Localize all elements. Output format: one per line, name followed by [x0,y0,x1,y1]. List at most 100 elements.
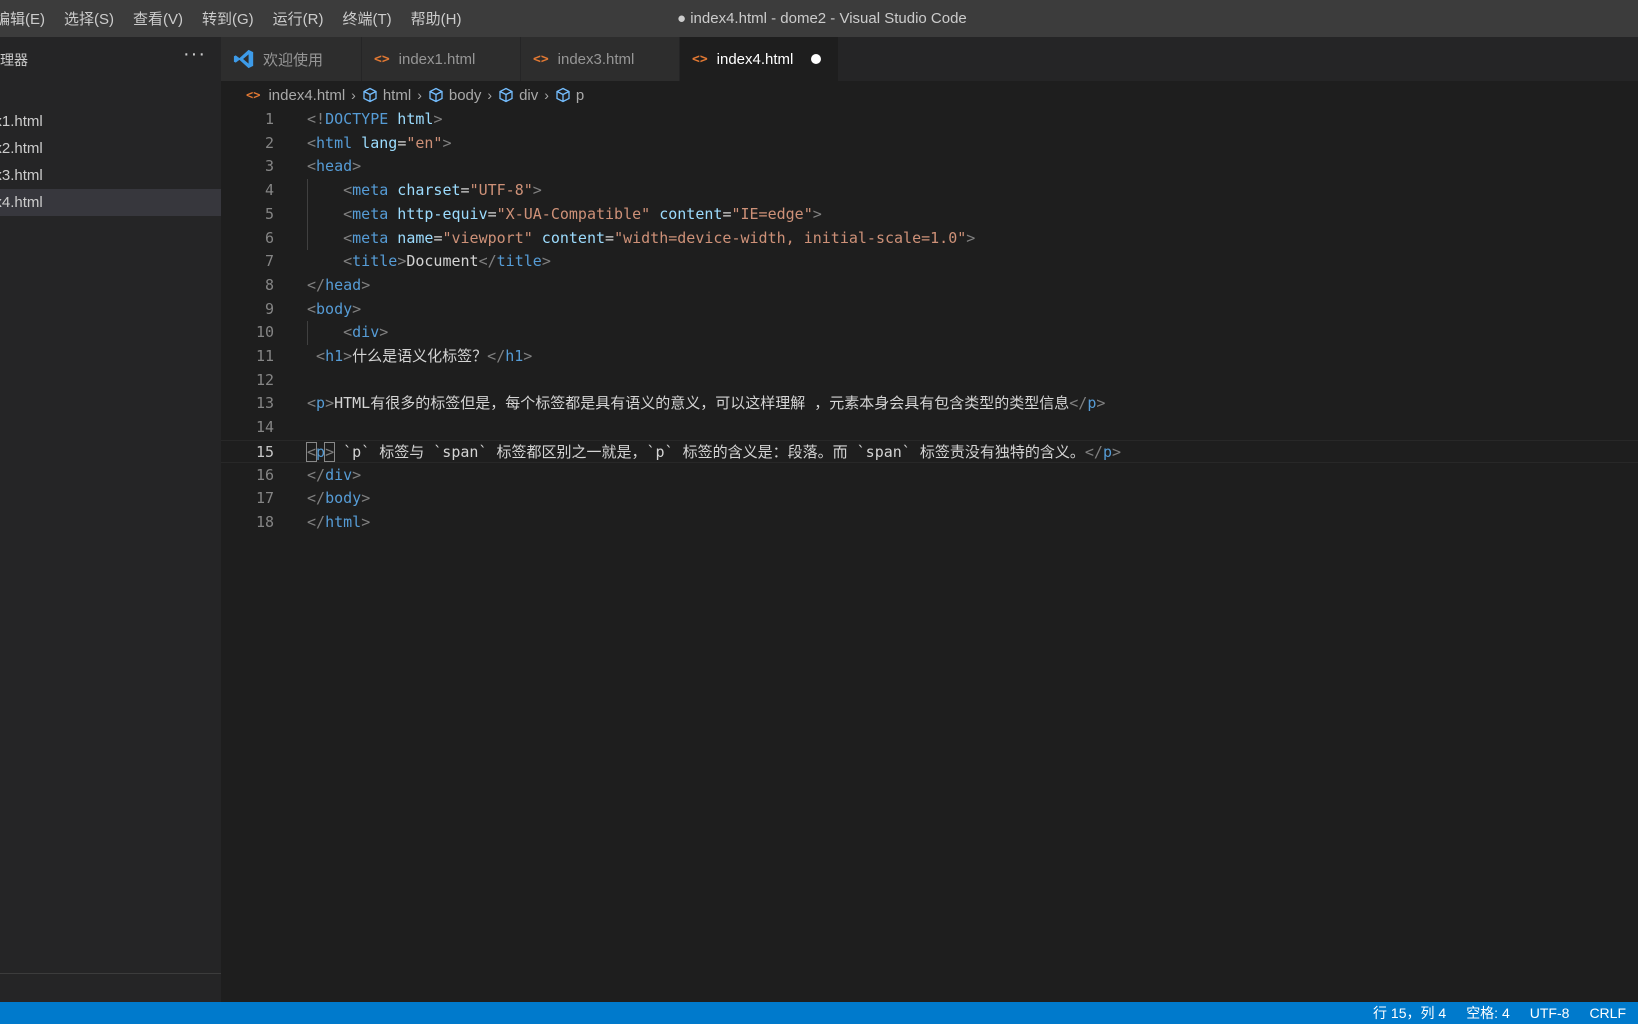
code-line[interactable]: 16 </div> [221,464,1638,488]
tab-label: index4.html [716,50,794,68]
code-line[interactable]: 17 </body> [221,487,1638,511]
sidebar-header: 源管理器 ··· [0,37,221,81]
code-text: </html> [307,512,371,531]
code-text: <meta http-equiv="X-UA-Compatible" conte… [343,204,822,223]
code-text: <head> [307,157,362,176]
tab-index3[interactable]: <> index3.html [521,37,680,81]
code-text: <body> [307,299,362,318]
code-line[interactable]: 14 [221,416,1638,440]
line-number: 3 [264,157,274,176]
chevron-right-icon: › [544,87,549,103]
menu-help[interactable]: 帮助(H) [411,8,462,29]
line-number: 13 [255,394,274,413]
code-text: <p> `p` 标签与 `span` 标签都区别之一就是，`p` 标签的含义是：… [305,441,1121,462]
code-line[interactable]: 11 <h1>什么是语义化标签？</h1> [221,345,1638,369]
tab-bar: 欢迎使用 <> index1.html <> index3.html <> in… [221,37,1638,81]
more-actions-icon[interactable]: ··· [183,43,206,66]
line-number: 15 [255,442,274,461]
code-text: <html lang="en"> [307,133,452,152]
file-label: index3.html [0,167,43,184]
tab-index1[interactable]: <> index1.html [362,37,521,81]
file-label: index2.html [0,140,43,157]
html-file-icon: <> [246,88,261,102]
breadcrumb-file[interactable]: index4.html [268,87,345,104]
line-number: 12 [255,370,274,389]
code-line[interactable]: 10 <div> [221,321,1638,345]
code-text: </body> [307,489,371,508]
file-item-index1[interactable]: index1.html [0,108,221,135]
menu-edit[interactable]: 编辑(E) [0,8,45,29]
status-bar: 行 15，列 4 空格: 4 UTF-8 CRLF [0,1002,1638,1024]
line-number: 11 [255,347,274,365]
line-number: 1 [264,110,274,128]
breadcrumb-item-div[interactable]: div [519,87,538,104]
element-cube-icon [363,87,377,103]
file-item-index3[interactable]: index3.html [0,162,221,189]
element-cube-icon [556,87,570,103]
file-item-index2[interactable]: index2.html [0,135,221,162]
breadcrumb-item-html[interactable]: html [383,87,411,104]
end-of-line[interactable]: CRLF [1589,1005,1626,1021]
code-line[interactable]: 12 [221,369,1638,393]
element-cube-icon [499,87,513,103]
line-number: 16 [255,465,274,484]
code-line[interactable]: 9 <body> [221,298,1638,322]
vscode-icon [233,49,254,69]
code-text: </head> [307,275,371,294]
file-item-index4[interactable]: index4.html [0,189,221,216]
html-file-icon: <> [692,51,708,67]
menu-terminal[interactable]: 终端(T) [343,8,392,29]
line-number: 18 [255,512,274,531]
title-bar: 编辑(E) 选择(S) 查看(V) 转到(G) 运行(R) 终端(T) 帮助(H… [0,0,1638,37]
line-number: 14 [255,418,274,437]
code-text: </div> [307,465,362,484]
tab-welcome[interactable]: 欢迎使用 [221,37,362,81]
explorer-sidebar: 源管理器 ··· index1.html index2.html index3.… [0,37,221,1002]
code-line[interactable]: 2 <html lang="en"> [221,132,1638,156]
code-text: <p>HTML有很多的标签但是，每个标签都是具有语义的意义，可以这样理解 ，元素… [307,394,1106,413]
chevron-right-icon: › [487,87,493,103]
code-line[interactable]: 7 <title>Document</title> [221,250,1638,274]
menu-view[interactable]: 查看(V) [133,8,183,29]
code-text: <h1>什么是语义化标签？</h1> [316,347,533,365]
code-line[interactable]: 6 <meta name="viewport" content="width=d… [221,227,1638,251]
code-line[interactable]: 5 <meta http-equiv="X-UA-Compatible" con… [221,203,1638,227]
line-number: 2 [264,133,274,152]
encoding[interactable]: UTF-8 [1530,1005,1570,1021]
tab-index4[interactable]: <> index4.html [680,37,839,81]
unsaved-dot-icon[interactable] [811,54,822,64]
chevron-right-icon: › [417,87,422,103]
breadcrumb-item-body[interactable]: body [449,87,482,104]
code-line[interactable]: 8 </head> [221,274,1638,298]
code-line[interactable]: 18 </html> [221,511,1638,535]
code-line[interactable]: 1 <!DOCTYPE html> [221,108,1638,132]
tab-label: index3.html [557,50,635,68]
code-line[interactable]: 3 <head> [221,155,1638,179]
chevron-right-icon: › [351,87,356,103]
code-text: <meta name="viewport" content="width=dev… [343,228,976,247]
file-label: index1.html [0,113,43,130]
cursor-position[interactable]: 行 15，列 4 [1373,1003,1446,1023]
tab-label: index1.html [398,50,476,68]
html-file-icon: <> [374,51,390,67]
line-number: 7 [264,252,274,271]
menu-run[interactable]: 运行(R) [273,8,324,29]
line-number: 4 [264,181,274,200]
breadcrumb: <> index4.html › html › body › div › p [246,82,584,108]
line-number: 10 [255,323,274,342]
indentation[interactable]: 空格: 4 [1466,1003,1510,1023]
code-editor[interactable]: 1 <!DOCTYPE html> 2 <html lang="en"> 3 <head>… [221,108,1638,1002]
window-title: ● index4.html - dome2 - Visual Studio Co… [677,10,967,27]
code-line[interactable]: 15 <p> `p` 标签与 `span` 标签都区别之一就是，`p` 标签的含义… [221,439,1638,464]
menu-selection[interactable]: 选择(S) [64,8,114,29]
code-line[interactable]: 4 <meta charset="UTF-8"> [221,179,1638,203]
line-number: 8 [264,275,274,294]
code-text: <meta charset="UTF-8"> [343,181,542,200]
code-text: <!DOCTYPE html> [307,110,443,128]
tab-label: 欢迎使用 [263,51,324,69]
code-line[interactable]: 13 <p>HTML有很多的标签但是，每个标签都是具有语义的意义，可以这样理解 ，… [221,392,1638,416]
menu-go[interactable]: 转到(G) [202,8,254,29]
breadcrumb-item-p[interactable]: p [576,87,584,104]
menu-bar: 编辑(E) 选择(S) 查看(V) 转到(G) 运行(R) 终端(T) 帮助(H… [0,0,480,37]
file-label: index4.html [0,194,43,211]
